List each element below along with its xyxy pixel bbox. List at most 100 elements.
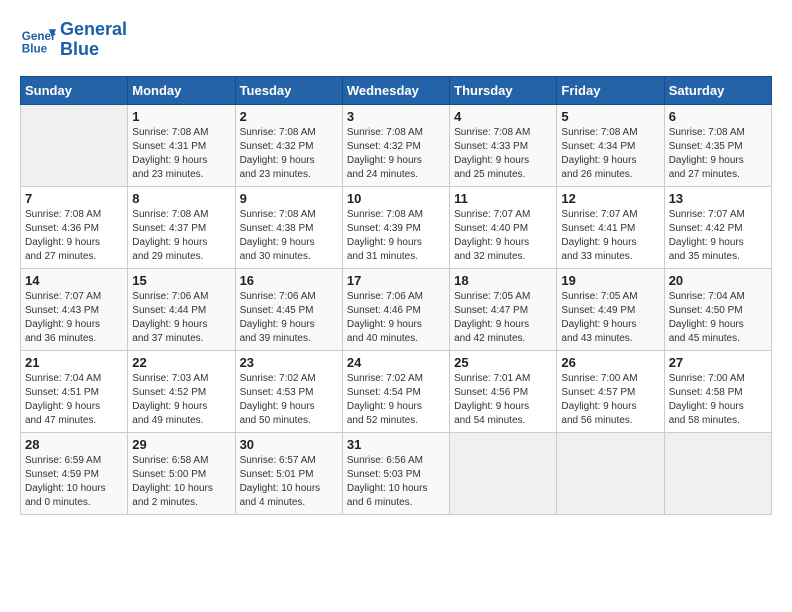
day-info: Sunrise: 7:07 AM Sunset: 4:43 PM Dayligh… bbox=[25, 290, 123, 346]
day-info: Sunrise: 7:08 AM Sunset: 4:37 PM Dayligh… bbox=[132, 208, 230, 264]
day-info: Sunrise: 7:07 AM Sunset: 4:40 PM Dayligh… bbox=[454, 208, 552, 264]
calendar-cell: 26Sunrise: 7:00 AM Sunset: 4:57 PM Dayli… bbox=[557, 350, 664, 432]
day-info: Sunrise: 7:04 AM Sunset: 4:50 PM Dayligh… bbox=[669, 290, 767, 346]
day-number: 14 bbox=[25, 273, 123, 288]
calendar-cell: 5 Sunrise: 7:08 AM Sunset: 4:34 PM Daylig… bbox=[557, 104, 664, 186]
calendar-week-1: 1 Sunrise: 7:08 AM Sunset: 4:31 PM Daylig… bbox=[21, 104, 772, 186]
calendar-cell: 13 Sunrise: 7:07 AM Sunset: 4:42 PM Dayli… bbox=[664, 186, 771, 268]
calendar-week-3: 14 Sunrise: 7:07 AM Sunset: 4:43 PM Dayli… bbox=[21, 268, 772, 350]
calendar-cell: 15 Sunrise: 7:06 AM Sunset: 4:44 PM Dayli… bbox=[128, 268, 235, 350]
calendar-week-4: 21Sunrise: 7:04 AM Sunset: 4:51 PM Dayli… bbox=[21, 350, 772, 432]
day-number: 25 bbox=[454, 355, 552, 370]
calendar-cell: 6 Sunrise: 7:08 AM Sunset: 4:35 PM Daylig… bbox=[664, 104, 771, 186]
day-info: Sunrise: 7:08 AM Sunset: 4:36 PM Dayligh… bbox=[25, 208, 123, 264]
logo-icon: General Blue bbox=[20, 22, 56, 58]
header-day-sunday: Sunday bbox=[21, 76, 128, 104]
header-day-thursday: Thursday bbox=[450, 76, 557, 104]
calendar-body: 1 Sunrise: 7:08 AM Sunset: 4:31 PM Daylig… bbox=[21, 104, 772, 514]
calendar-cell: 4Sunrise: 7:08 AM Sunset: 4:33 PM Daylig… bbox=[450, 104, 557, 186]
calendar-cell: 3 Sunrise: 7:08 AM Sunset: 4:32 PM Daylig… bbox=[342, 104, 449, 186]
day-number: 26 bbox=[561, 355, 659, 370]
day-info: Sunrise: 7:08 AM Sunset: 4:35 PM Dayligh… bbox=[669, 126, 767, 182]
calendar-cell: 19Sunrise: 7:05 AM Sunset: 4:49 PM Dayli… bbox=[557, 268, 664, 350]
day-number: 24 bbox=[347, 355, 445, 370]
logo: General Blue GeneralBlue bbox=[20, 20, 127, 60]
calendar-cell: 10Sunrise: 7:08 AM Sunset: 4:39 PM Dayli… bbox=[342, 186, 449, 268]
day-info: Sunrise: 7:00 AM Sunset: 4:58 PM Dayligh… bbox=[669, 372, 767, 428]
calendar-cell: 31 Sunrise: 6:56 AM Sunset: 5:03 PM Dayli… bbox=[342, 432, 449, 514]
logo-text: GeneralBlue bbox=[60, 20, 127, 60]
day-info: Sunrise: 7:08 AM Sunset: 4:38 PM Dayligh… bbox=[240, 208, 338, 264]
day-info: Sunrise: 7:06 AM Sunset: 4:44 PM Dayligh… bbox=[132, 290, 230, 346]
calendar-week-2: 7Sunrise: 7:08 AM Sunset: 4:36 PM Daylig… bbox=[21, 186, 772, 268]
calendar-cell: 28Sunrise: 6:59 AM Sunset: 4:59 PM Dayli… bbox=[21, 432, 128, 514]
day-number: 3 bbox=[347, 109, 445, 124]
calendar-cell bbox=[664, 432, 771, 514]
calendar-cell bbox=[450, 432, 557, 514]
day-number: 16 bbox=[240, 273, 338, 288]
day-info: Sunrise: 6:58 AM Sunset: 5:00 PM Dayligh… bbox=[132, 454, 230, 510]
header-day-wednesday: Wednesday bbox=[342, 76, 449, 104]
day-number: 18 bbox=[454, 273, 552, 288]
calendar-cell: 25 Sunrise: 7:01 AM Sunset: 4:56 PM Dayli… bbox=[450, 350, 557, 432]
day-number: 19 bbox=[561, 273, 659, 288]
day-number: 5 bbox=[561, 109, 659, 124]
calendar-cell: 18Sunrise: 7:05 AM Sunset: 4:47 PM Dayli… bbox=[450, 268, 557, 350]
calendar-week-5: 28Sunrise: 6:59 AM Sunset: 4:59 PM Dayli… bbox=[21, 432, 772, 514]
day-number: 6 bbox=[669, 109, 767, 124]
calendar-cell: 12Sunrise: 7:07 AM Sunset: 4:41 PM Dayli… bbox=[557, 186, 664, 268]
day-number: 21 bbox=[25, 355, 123, 370]
day-number: 1 bbox=[132, 109, 230, 124]
calendar-cell: 20 Sunrise: 7:04 AM Sunset: 4:50 PM Dayli… bbox=[664, 268, 771, 350]
day-info: Sunrise: 7:08 AM Sunset: 4:39 PM Dayligh… bbox=[347, 208, 445, 264]
calendar-cell: 1 Sunrise: 7:08 AM Sunset: 4:31 PM Daylig… bbox=[128, 104, 235, 186]
calendar-cell: 9 Sunrise: 7:08 AM Sunset: 4:38 PM Daylig… bbox=[235, 186, 342, 268]
calendar-cell: 30 Sunrise: 6:57 AM Sunset: 5:01 PM Dayli… bbox=[235, 432, 342, 514]
day-info: Sunrise: 6:59 AM Sunset: 4:59 PM Dayligh… bbox=[25, 454, 123, 510]
day-info: Sunrise: 7:07 AM Sunset: 4:42 PM Dayligh… bbox=[669, 208, 767, 264]
day-number: 11 bbox=[454, 191, 552, 206]
day-number: 12 bbox=[561, 191, 659, 206]
header-row: SundayMondayTuesdayWednesdayThursdayFrid… bbox=[21, 76, 772, 104]
day-info: Sunrise: 6:56 AM Sunset: 5:03 PM Dayligh… bbox=[347, 454, 445, 510]
day-number: 13 bbox=[669, 191, 767, 206]
day-info: Sunrise: 7:08 AM Sunset: 4:34 PM Dayligh… bbox=[561, 126, 659, 182]
calendar-cell bbox=[21, 104, 128, 186]
calendar-cell: 14 Sunrise: 7:07 AM Sunset: 4:43 PM Dayli… bbox=[21, 268, 128, 350]
day-info: Sunrise: 7:08 AM Sunset: 4:32 PM Dayligh… bbox=[240, 126, 338, 182]
calendar-table: SundayMondayTuesdayWednesdayThursdayFrid… bbox=[20, 76, 772, 515]
day-info: Sunrise: 7:03 AM Sunset: 4:52 PM Dayligh… bbox=[132, 372, 230, 428]
day-info: Sunrise: 7:08 AM Sunset: 4:32 PM Dayligh… bbox=[347, 126, 445, 182]
svg-text:Blue: Blue bbox=[22, 42, 48, 55]
day-number: 4 bbox=[454, 109, 552, 124]
calendar-cell: 23Sunrise: 7:02 AM Sunset: 4:53 PM Dayli… bbox=[235, 350, 342, 432]
header-day-friday: Friday bbox=[557, 76, 664, 104]
day-number: 22 bbox=[132, 355, 230, 370]
day-info: Sunrise: 6:57 AM Sunset: 5:01 PM Dayligh… bbox=[240, 454, 338, 510]
day-number: 30 bbox=[240, 437, 338, 452]
day-number: 20 bbox=[669, 273, 767, 288]
day-info: Sunrise: 7:06 AM Sunset: 4:45 PM Dayligh… bbox=[240, 290, 338, 346]
day-number: 31 bbox=[347, 437, 445, 452]
day-info: Sunrise: 7:08 AM Sunset: 4:31 PM Dayligh… bbox=[132, 126, 230, 182]
calendar-cell: 27 Sunrise: 7:00 AM Sunset: 4:58 PM Dayli… bbox=[664, 350, 771, 432]
day-number: 29 bbox=[132, 437, 230, 452]
day-info: Sunrise: 7:02 AM Sunset: 4:53 PM Dayligh… bbox=[240, 372, 338, 428]
calendar-cell: 16 Sunrise: 7:06 AM Sunset: 4:45 PM Dayli… bbox=[235, 268, 342, 350]
day-number: 15 bbox=[132, 273, 230, 288]
day-info: Sunrise: 7:06 AM Sunset: 4:46 PM Dayligh… bbox=[347, 290, 445, 346]
day-info: Sunrise: 7:01 AM Sunset: 4:56 PM Dayligh… bbox=[454, 372, 552, 428]
day-number: 2 bbox=[240, 109, 338, 124]
calendar-cell: 8Sunrise: 7:08 AM Sunset: 4:37 PM Daylig… bbox=[128, 186, 235, 268]
day-number: 27 bbox=[669, 355, 767, 370]
calendar-cell: 17Sunrise: 7:06 AM Sunset: 4:46 PM Dayli… bbox=[342, 268, 449, 350]
calendar-cell bbox=[557, 432, 664, 514]
day-number: 9 bbox=[240, 191, 338, 206]
header-day-saturday: Saturday bbox=[664, 76, 771, 104]
header-day-tuesday: Tuesday bbox=[235, 76, 342, 104]
page-header: General Blue GeneralBlue bbox=[20, 20, 772, 60]
calendar-cell: 11 Sunrise: 7:07 AM Sunset: 4:40 PM Dayli… bbox=[450, 186, 557, 268]
header-day-monday: Monday bbox=[128, 76, 235, 104]
calendar-cell: 2 Sunrise: 7:08 AM Sunset: 4:32 PM Daylig… bbox=[235, 104, 342, 186]
day-info: Sunrise: 7:02 AM Sunset: 4:54 PM Dayligh… bbox=[347, 372, 445, 428]
